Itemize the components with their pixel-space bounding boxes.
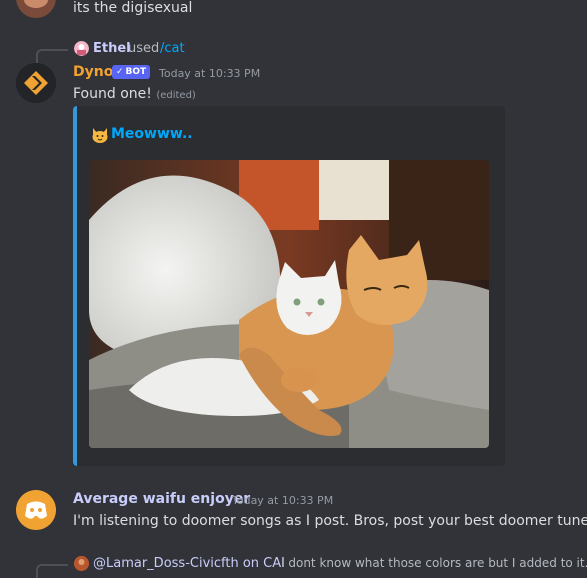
reply-username[interactable]: Ethel	[93, 41, 131, 56]
reply-connector	[36, 49, 68, 63]
bot-tag: ✓ BOT	[112, 65, 151, 79]
message-body: Found one!	[73, 86, 152, 102]
author-name-waifu[interactable]: Average waifu enjoyer	[73, 491, 250, 507]
reply-command[interactable]: /cat	[160, 41, 185, 56]
dyno-avatar[interactable]	[16, 63, 56, 103]
message-text: Found one! (edited)	[73, 86, 196, 102]
lamar-avatar[interactable]	[74, 556, 89, 571]
avatar-prev[interactable]	[16, 0, 56, 18]
embed: Meowww..	[73, 106, 505, 466]
verified-check-icon: ✓	[116, 67, 124, 77]
message-text-waifu: I'm listening to doomer songs as I post.…	[73, 513, 587, 529]
reply-connector-next	[36, 564, 68, 578]
bot-tag-label: BOT	[125, 67, 147, 77]
reply-preview-text: I dont know what those colors are but I …	[281, 556, 587, 570]
prev-message-text: its the digisexual	[73, 0, 193, 16]
waifu-avatar[interactable]	[16, 490, 56, 530]
reply-used-label: used	[128, 41, 160, 56]
reply-mention[interactable]: @Lamar_Doss-Civicfth on CAI	[93, 556, 285, 571]
message-timestamp[interactable]: Today at 10:33 PM	[159, 67, 260, 80]
embed-title[interactable]: Meowww..	[111, 126, 193, 142]
message-timestamp-waifu[interactable]: Today at 10:33 PM	[232, 494, 333, 507]
cat-face-icon	[91, 126, 109, 144]
author-name[interactable]: Dyno	[73, 64, 113, 80]
edited-label: (edited)	[156, 90, 196, 101]
embed-image-cats[interactable]	[89, 160, 489, 448]
ethel-avatar[interactable]	[74, 41, 89, 56]
